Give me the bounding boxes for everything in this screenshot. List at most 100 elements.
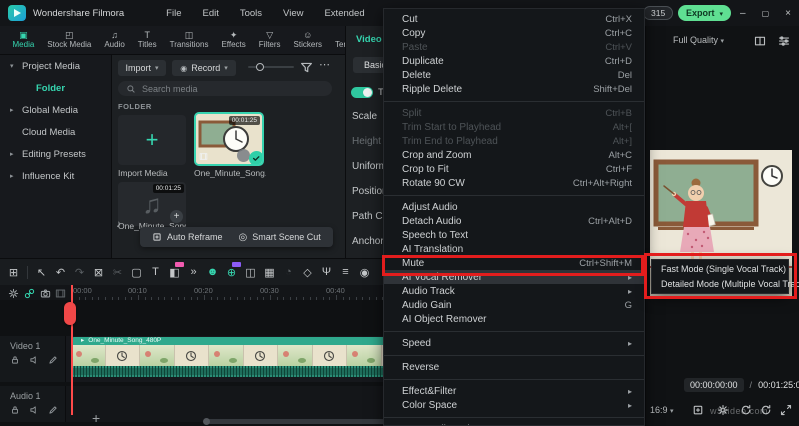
compare-view-icon[interactable] [754,35,766,47]
mask-shield-icon[interactable]: ◇ [298,266,317,279]
lock-icon[interactable] [10,405,20,415]
crop-icon[interactable]: ▢ [127,266,146,279]
playhead-handle[interactable] [64,302,76,325]
tab-media[interactable]: ▣ Media [6,30,41,50]
smart-scene-cut-button[interactable]: ◎ Smart Scene Cut [239,232,321,243]
export-button[interactable]: Export ▾ [678,5,732,21]
marker-icon[interactable]: ◫ [241,266,260,279]
menu-item-color-space[interactable]: Color Space ▸ [384,398,644,412]
close-button[interactable]: × [785,8,791,19]
marker-strip-icon[interactable] [55,288,66,299]
sidebar-item-folder[interactable]: Folder [0,77,111,99]
search-input[interactable]: Search media [118,81,332,96]
menubar-item-file[interactable]: File [166,8,181,19]
mute-speaker-icon[interactable] [29,355,39,365]
tab-stock-media[interactable]: ◰ Stock Media [41,30,98,50]
thumbnail-size-slider[interactable] [248,63,294,71]
select-tool-icon[interactable]: ↖ [32,266,51,279]
tab-stickers[interactable]: ☺ Stickers [287,30,328,50]
tab-transitions[interactable]: ◫ Transitions [163,30,215,50]
menubar-item-extended[interactable]: Extended [324,8,364,19]
menu-item-delete[interactable]: Delete Del [384,68,644,82]
menu-item-mute[interactable]: Mute Ctrl+Shift+M [384,256,644,270]
menu-item-rotate-90-cw[interactable]: Rotate 90 CW Ctrl+Alt+Right [384,176,644,190]
more-options-icon[interactable]: ⋯ [319,58,330,71]
points-badge[interactable]: 315 [643,6,674,20]
submenu-item-detailed-mode-multiple-vocal-tracks[interactable]: Detailed Mode (Multiple Vocal Tracks) [652,277,799,292]
menu-item-duplicate[interactable]: Duplicate Ctrl+D [384,54,644,68]
menu-item-reverse[interactable]: Reverse [384,360,644,374]
audio-track-header[interactable]: Audio 1 [0,386,66,422]
voiceover-mic-icon[interactable]: Ψ [317,266,336,278]
auto-ripple-link-icon[interactable] [24,288,35,299]
text-tool-icon[interactable]: T [146,266,165,278]
menu-item-audio-track[interactable]: Audio Track ▸ [384,284,644,298]
delete-icon[interactable]: ⊠ [89,266,108,279]
sidebar-item-project-media[interactable]: ▾ Project Media [0,55,111,77]
minimize-button[interactable]: – [740,8,746,19]
video-track-header[interactable]: Video 1 [0,336,66,382]
menu-item-ai-vocal-remover[interactable]: AI Vocal Remover ▸ [384,270,644,284]
tab-effects[interactable]: ✦ Effects [215,30,252,50]
color-levels-icon[interactable] [778,35,790,47]
menu-item-smart-edit-tool[interactable]: Smart Edit Tool▸ [384,422,644,426]
tab-audio[interactable]: ♫ Audio [98,30,131,50]
media-overlay-icon[interactable]: ▦ [260,266,279,279]
tab-video[interactable]: Video [356,34,382,45]
menu-item-effect-filter[interactable]: Effect&Filter ▸ [384,384,644,398]
sidebar-item-global-media[interactable]: ▸ Global Media [0,99,111,121]
menu-item-crop-and-zoom[interactable]: Crop and Zoom Alt+C [384,148,644,162]
undo-icon[interactable]: ↶ [51,266,70,279]
menu-item-adjust-audio[interactable]: Adjust Audio [384,200,644,214]
snapshot-frame-icon[interactable] [692,404,704,416]
menu-item-speed[interactable]: Speed ▸ [384,336,644,350]
filter-icon[interactable] [300,61,313,74]
slider-knob[interactable] [256,63,264,71]
edit-pencil-icon[interactable] [48,405,58,415]
tab-titles[interactable]: T Titles [131,30,163,50]
menubar-item-tools[interactable]: Tools [240,8,262,19]
audio-mixer-icon[interactable]: ≡ [336,266,355,278]
toolbox-icon[interactable]: ⊞ [4,266,23,279]
sidebar-item-influence-kit[interactable]: ▸ Influence Kit [0,165,111,187]
menu-item-cut[interactable]: Cut Ctrl+X [384,12,644,26]
current-time[interactable]: 00:00:00:00 [684,378,744,392]
audio-media-item[interactable]: ♫ 00:01:25 + ♪ [116,182,186,230]
menu-item-detach-audio[interactable]: Detach Audio Ctrl+Alt+D [384,214,644,228]
screen-record-icon[interactable]: ◉ [355,266,374,279]
submenu-item-fast-mode-single-vocal-track[interactable]: Fast Mode (Single Vocal Track) [652,262,788,277]
aspect-ratio-select[interactable]: 16:9 ▾ [650,405,674,415]
add-track-button[interactable]: + [92,410,100,426]
menu-item-audio-gain[interactable]: Audio Gain G [384,298,644,312]
fullscreen-icon[interactable] [780,404,792,416]
split-scissors-icon[interactable]: ✂ [108,266,127,279]
menu-item-crop-to-fit[interactable]: Crop to Fit Ctrl+F [384,162,644,176]
more-tools-icon[interactable]: » [184,266,203,278]
motion-tracking-icon[interactable]: ⊕ [222,261,241,279]
menubar-item-view[interactable]: View [283,8,303,19]
mask-icon[interactable]: ◧ [165,261,184,279]
restore-button[interactable]: ▢ [762,9,770,18]
record-button[interactable]: ◉ Record ▾ [172,60,236,76]
menu-item-ai-translation[interactable]: AI Translation [384,242,644,256]
tab-filters[interactable]: ▽ Filters [252,30,287,50]
menu-item-copy[interactable]: Copy Ctrl+C [384,26,644,40]
playback-quality-select[interactable]: Full Quality ▾ [673,35,724,45]
timeline-settings-gear-icon[interactable] [8,288,19,299]
sidebar-item-editing-presets[interactable]: ▸ Editing Presets [0,143,111,165]
menu-item-ai-object-remover[interactable]: AI Object Remover [384,312,644,326]
import-button[interactable]: Import ▾ [118,60,166,76]
auto-reframe-button[interactable]: Auto Reframe [152,232,223,242]
menu-item-ripple-delete[interactable]: Ripple Delete Shift+Del [384,82,644,96]
snapshot-icon[interactable] [40,288,51,299]
import-media-tile[interactable]: + [118,115,186,165]
lock-icon[interactable] [10,355,20,365]
sidebar-item-cloud-media[interactable]: Cloud Media [0,121,111,143]
edit-pencil-icon[interactable] [48,355,58,365]
render-preview-icon[interactable]: ◔ [279,266,298,278]
redo-icon[interactable]: ↷ [70,266,89,279]
menubar-item-edit[interactable]: Edit [202,8,218,19]
mute-speaker-icon[interactable] [29,405,39,415]
video-media-item[interactable]: 00:01:25 [194,112,264,166]
ai-copilot-icon[interactable]: ☻ [203,266,222,278]
